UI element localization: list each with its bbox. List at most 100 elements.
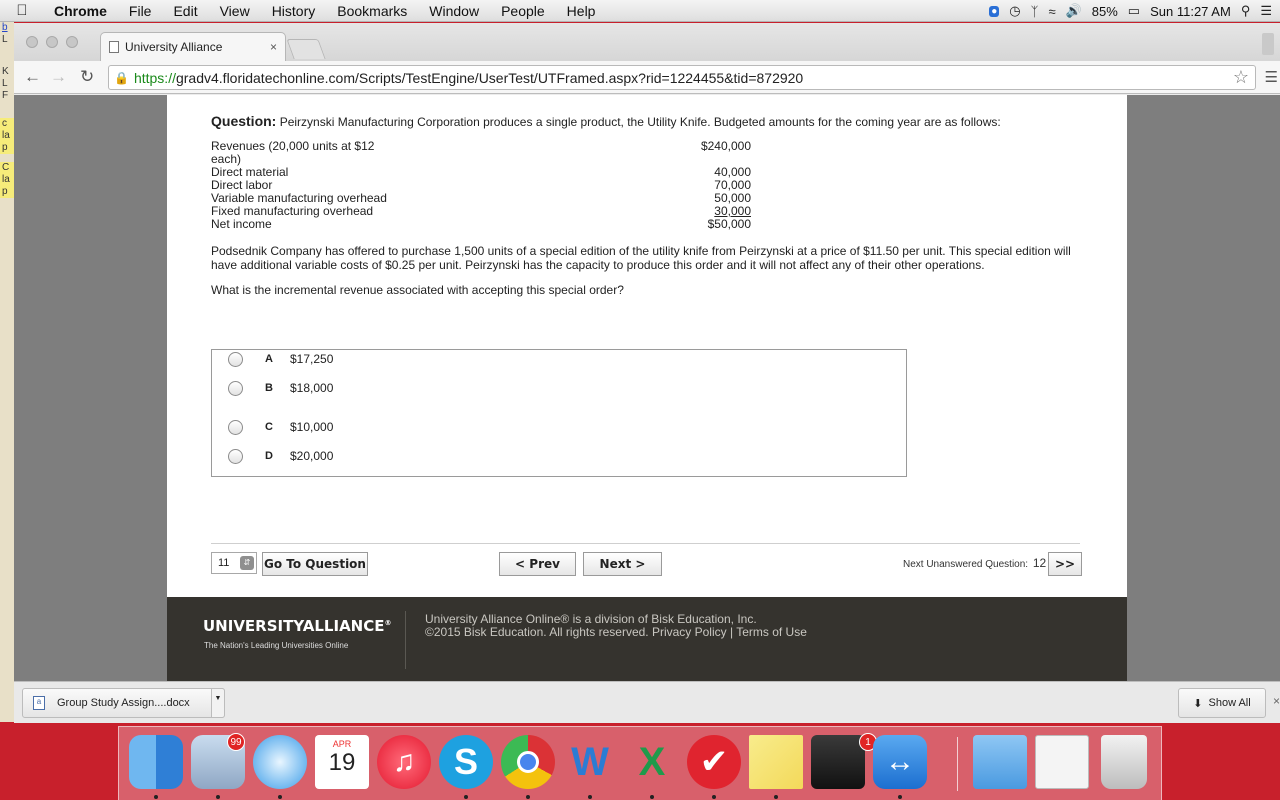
radio-button[interactable] <box>228 419 243 435</box>
footer-text: University Alliance Online® is a divisio… <box>425 613 807 639</box>
skype-icon[interactable]: S <box>439 735 493 789</box>
chrome-icon[interactable] <box>501 735 555 789</box>
menu-chrome[interactable]: Chrome <box>44 3 118 19</box>
desktop-text: la <box>0 130 14 142</box>
new-tab-button[interactable] <box>286 39 326 59</box>
option-letter: B <box>265 382 273 394</box>
notification-center-icon[interactable]: ☰ <box>1260 3 1272 19</box>
teamviewer-icon[interactable]: ↔ <box>873 735 927 789</box>
minimize-window-button[interactable] <box>46 36 58 48</box>
chrome-menu-icon[interactable]: ☰ <box>1265 68 1278 86</box>
next-button[interactable]: Next > <box>583 552 662 576</box>
wifi-icon[interactable]: ≈ <box>1048 4 1055 19</box>
menu-view[interactable]: View <box>209 3 261 19</box>
budget-row: Revenues (20,000 units at $12 each) $240… <box>211 140 751 166</box>
download-item[interactable]: a Group Study Assign....docx ▼ <box>22 688 225 718</box>
desktop-text: L <box>2 34 8 45</box>
close-window-button[interactable] <box>26 36 38 48</box>
calendar-icon[interactable]: APR 19 <box>315 735 369 789</box>
word-icon[interactable]: W <box>563 735 617 789</box>
apple-menu-icon[interactable]:  <box>0 2 44 19</box>
budget-label: Net income <box>211 217 272 231</box>
menu-people[interactable]: People <box>490 3 556 19</box>
address-bar[interactable]: 🔒 https:// gradv4.floridatechonline.com/… <box>108 65 1256 90</box>
tab-university-alliance[interactable]: University Alliance × <box>100 32 286 61</box>
next-unanswered-number: 12 <box>1032 556 1047 570</box>
radio-button[interactable] <box>228 380 243 396</box>
university-alliance-logo[interactable]: UNIVERSITYALLIANCE® <box>203 617 392 635</box>
desktop-background-strip: b L K L F c la p C la p <box>0 22 14 722</box>
radio-button[interactable] <box>228 448 243 464</box>
desktop-text: p <box>0 142 14 154</box>
stickies-icon[interactable] <box>749 735 803 789</box>
prev-button[interactable]: < Prev <box>499 552 576 576</box>
select-stepper-icon[interactable]: ⇵ <box>240 556 254 570</box>
download-arrow-icon: ⬇ <box>1193 697 1203 710</box>
option-text[interactable]: $17,250 <box>290 352 333 366</box>
calendar-day: 19 <box>328 749 356 776</box>
lock-icon[interactable]: 🔒 <box>114 71 129 85</box>
menu-edit[interactable]: Edit <box>162 3 208 19</box>
desktop-text: K <box>2 66 9 77</box>
logo-text-bold: UNIVERSITY <box>203 617 303 635</box>
finder-icon[interactable] <box>129 735 183 789</box>
show-all-label: Show All <box>1208 697 1251 709</box>
question-number-select[interactable]: 11 ⇵ <box>211 552 257 574</box>
wunderlist-icon[interactable]: ✔ <box>687 735 741 789</box>
option-letter: C <box>265 421 273 433</box>
download-menu-chevron-icon[interactable]: ▼ <box>211 688 225 718</box>
excel-icon[interactable]: X <box>625 735 679 789</box>
desktop-text: F <box>2 90 9 101</box>
budget-table: Revenues (20,000 units at $12 each) $240… <box>211 140 751 231</box>
clock[interactable]: Sun 11:27 AM <box>1150 4 1231 19</box>
menu-history[interactable]: History <box>261 3 327 19</box>
running-indicator <box>216 795 220 799</box>
safari-icon[interactable] <box>253 735 307 789</box>
bookmark-star-icon[interactable]: ☆ <box>1233 67 1249 88</box>
forward-icon[interactable]: → <box>50 67 67 87</box>
reload-icon[interactable]: ↻ <box>80 67 94 87</box>
answer-option-a[interactable]: A $17,250 <box>212 347 902 371</box>
answer-option-d[interactable]: D $20,000 <box>212 444 902 468</box>
skip-to-unanswered-button[interactable]: >> <box>1048 552 1082 576</box>
go-to-question-button[interactable]: Go To Question <box>262 552 368 576</box>
option-text[interactable]: $10,000 <box>290 420 333 434</box>
answer-option-c[interactable]: C $10,000 <box>212 415 902 439</box>
question-header: Question: Peirzynski Manufacturing Corpo… <box>211 113 1091 129</box>
dock-separator <box>957 737 958 791</box>
trash-icon[interactable] <box>1101 735 1147 789</box>
tab-close-icon[interactable]: × <box>270 40 277 54</box>
word-document-icon: a <box>33 696 45 710</box>
zoom-window-button[interactable] <box>66 36 78 48</box>
budget-row: Direct material 40,000 <box>211 166 751 179</box>
screenshot-icon[interactable] <box>1035 735 1089 789</box>
test-page: Question: Peirzynski Manufacturing Corpo… <box>167 95 1127 681</box>
desktop-text: C <box>0 162 14 174</box>
menu-file[interactable]: File <box>118 3 163 19</box>
time-machine-icon[interactable]: ◷ <box>1009 3 1020 19</box>
menu-help[interactable]: Help <box>556 3 607 19</box>
bluetooth-icon[interactable]: ᛉ <box>1031 4 1039 19</box>
next-unanswered-label: Next Unanswered Question: <box>903 559 1029 570</box>
show-all-downloads-button[interactable]: ⬇ Show All <box>1178 688 1266 718</box>
teamviewer-tray-icon[interactable]: ● <box>989 5 1000 17</box>
menu-window[interactable]: Window <box>418 3 490 19</box>
printer-icon[interactable] <box>811 735 865 789</box>
menu-bookmarks[interactable]: Bookmarks <box>326 3 418 19</box>
volume-icon[interactable]: 🔊 <box>1066 3 1082 19</box>
option-text[interactable]: $20,000 <box>290 449 333 463</box>
itunes-icon[interactable]: ♫ <box>377 735 431 789</box>
answer-option-b[interactable]: B $18,000 <box>212 376 902 400</box>
back-icon[interactable]: ← <box>24 67 41 87</box>
battery-icon[interactable]: ▭ <box>1128 3 1140 19</box>
spotlight-search-icon[interactable]: ⚲ <box>1241 3 1251 19</box>
close-shelf-icon[interactable]: × <box>1273 694 1280 708</box>
url-path: gradv4.floridatechonline.com/Scripts/Tes… <box>175 69 804 86</box>
option-text[interactable]: $18,000 <box>290 381 333 395</box>
applications-folder-icon[interactable] <box>973 735 1027 789</box>
budget-row: Net income $50,000 <box>211 218 751 231</box>
profile-icon[interactable] <box>1262 33 1274 55</box>
radio-button[interactable] <box>228 351 243 367</box>
running-indicator <box>526 795 530 799</box>
desktop-text: la <box>0 174 14 186</box>
